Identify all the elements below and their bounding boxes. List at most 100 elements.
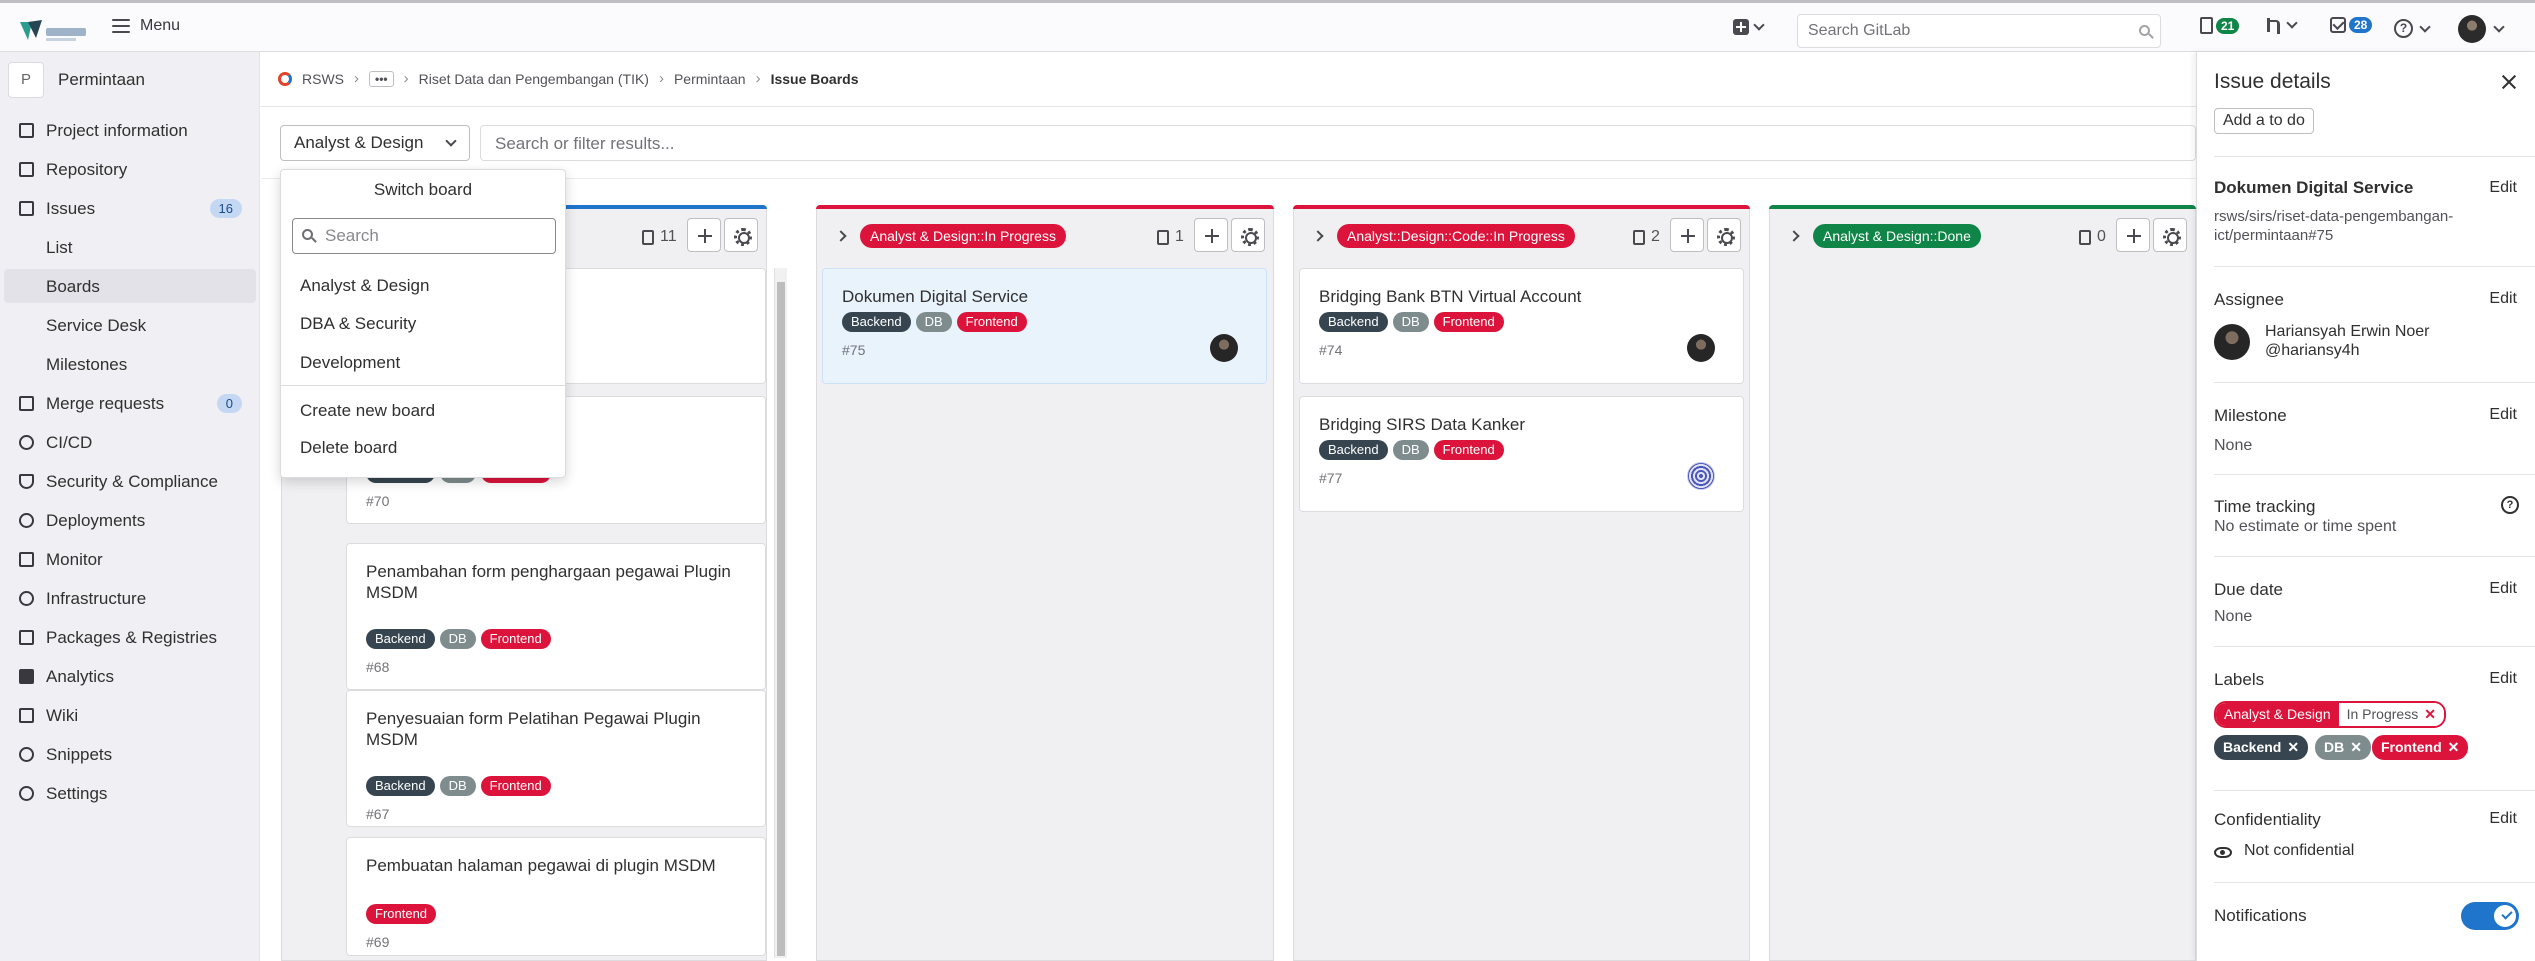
label-backend[interactable]: Backend (1319, 440, 1388, 460)
sidebar-item-wiki[interactable]: Wiki (0, 698, 256, 732)
help-menu[interactable]: ? (2394, 19, 2431, 38)
label-frontend[interactable]: Frontend (1433, 440, 1504, 460)
new-issue-button[interactable] (687, 218, 721, 252)
list-label[interactable]: Analyst::Design::Code::In Progress (1337, 224, 1575, 248)
edit-labels-button[interactable]: Edit (2489, 670, 2517, 688)
sidebar-item-ci-cd[interactable]: CI/CD (0, 425, 256, 459)
help-icon[interactable]: ? (2501, 496, 2519, 514)
sidebar-item-analytics[interactable]: Analytics (0, 659, 256, 693)
sidebar-item-snippets[interactable]: Snippets (0, 737, 256, 771)
assignee-avatar[interactable] (1687, 462, 1715, 490)
sidebar-item-milestones[interactable]: Milestones (0, 347, 256, 381)
issue-card[interactable]: Penambahan form penghargaan pegawai Plug… (346, 543, 766, 690)
new-issue-button[interactable] (1670, 218, 1704, 252)
close-icon[interactable] (2501, 74, 2517, 90)
create-new-board-button[interactable]: Create new board (300, 401, 435, 421)
label-backend[interactable]: Backend (842, 312, 911, 332)
sidebar-item-merge-requests[interactable]: Merge requests 0 (0, 386, 256, 420)
issue-card-title[interactable]: Pembuatan halaman pegawai di plugin MSDM (366, 855, 749, 876)
board-switcher-dropdown[interactable]: Analyst & Design (280, 125, 470, 161)
issue-card[interactable]: Pembuatan halaman pegawai di plugin MSDM… (346, 837, 766, 956)
search-input[interactable]: Search GitLab (1797, 14, 2161, 48)
user-menu[interactable] (2458, 15, 2505, 43)
sidebar-item-service-desk[interactable]: Service Desk (0, 308, 256, 342)
list-settings-button[interactable] (724, 218, 758, 252)
sidebar-item-monitor[interactable]: Monitor (0, 542, 256, 576)
label-backend[interactable]: Backend (366, 629, 435, 649)
label-backend[interactable]: Backend (366, 776, 435, 796)
issue-card-title[interactable]: Bridging Bank BTN Virtual Account (1319, 286, 1727, 307)
label-db[interactable]: DB (439, 776, 476, 796)
label-frontend[interactable]: Frontend (480, 776, 551, 796)
assignee-name[interactable]: Hariansyah Erwin Noer @hariansy4h (2265, 322, 2430, 360)
issues-shortcut[interactable]: 21 (2200, 17, 2240, 34)
issue-card[interactable]: Bridging SIRS Data Kanker Backend DB Fronte… (1299, 396, 1744, 512)
issue-card-title[interactable]: Penyesuaian form Pelatihan Pegawai Plugi… (366, 708, 749, 750)
add-todo-button[interactable]: Add a to do (2214, 108, 2314, 134)
create-new-button[interactable] (1733, 19, 1765, 35)
sidebar-item-infrastructure[interactable]: Infrastructure (0, 581, 256, 615)
remove-label-icon[interactable]: ✕ (2350, 739, 2362, 756)
chevron-right-icon[interactable] (1788, 230, 1800, 242)
breadcrumb-root[interactable]: RSWS (302, 71, 344, 87)
new-issue-button[interactable] (2116, 218, 2150, 252)
edit-confidentiality-button[interactable]: Edit (2489, 810, 2517, 828)
board-option-development[interactable]: Development (300, 353, 400, 373)
assignee-avatar[interactable] (1210, 334, 1238, 362)
label-db[interactable]: DB (1392, 440, 1429, 460)
sidebar-item-issues[interactable]: Issues 16 (0, 191, 256, 225)
issue-card-title[interactable]: Penambahan form penghargaan pegawai Plug… (366, 561, 749, 603)
breadcrumb-project[interactable]: Permintaan (674, 71, 746, 87)
chevron-right-icon[interactable] (835, 230, 847, 242)
sidebar-item-boards[interactable]: Boards (4, 269, 256, 303)
list-label[interactable]: Analyst & Design::Done (1813, 224, 1981, 248)
list-scrollbar[interactable] (774, 268, 787, 958)
label-backend[interactable]: Backend (1319, 312, 1388, 332)
todos-shortcut[interactable]: 28 (2330, 17, 2373, 33)
label-db[interactable]: DB (439, 629, 476, 649)
list-settings-button[interactable] (1231, 218, 1265, 252)
sidebar-item-packages-registries[interactable]: Packages & Registries (0, 620, 256, 654)
filter-search-input[interactable]: Search or filter results... (480, 125, 2196, 161)
sidebar-item-settings[interactable]: Settings (0, 776, 256, 810)
new-issue-button[interactable] (1194, 218, 1228, 252)
sidebar-item-security-compliance[interactable]: Security & Compliance (0, 464, 256, 498)
delete-board-button[interactable]: Delete board (300, 438, 397, 458)
remove-label-icon[interactable]: ✕ (2424, 706, 2436, 723)
sidebar-item-repository[interactable]: Repository (0, 152, 256, 186)
issue-card[interactable]: Penyesuaian form Pelatihan Pegawai Plugi… (346, 690, 766, 827)
remove-label-icon[interactable]: ✕ (2287, 739, 2299, 756)
assignee-avatar[interactable] (1687, 334, 1715, 362)
menu-button[interactable]: Menu (112, 17, 180, 35)
notifications-toggle[interactable] (2461, 902, 2519, 930)
issue-card-title[interactable]: Dokumen Digital Service (842, 286, 1250, 307)
board-option-dba-security[interactable]: DBA & Security (300, 314, 416, 334)
issue-card[interactable]: Dokumen Digital Service Backend DB Frontend… (822, 268, 1267, 384)
remove-label-icon[interactable]: ✕ (2448, 739, 2460, 756)
label-frontend[interactable]: Frontend (956, 312, 1027, 332)
list-settings-button[interactable] (1707, 218, 1741, 252)
label-db[interactable]: DB (1392, 312, 1429, 332)
label-db[interactable]: DB (915, 312, 952, 332)
board-option-analyst-design[interactable]: Analyst & Design (300, 276, 429, 296)
chevron-right-icon[interactable] (1312, 230, 1324, 242)
sidebar-item-deployments[interactable]: Deployments (0, 503, 256, 537)
board-search-input[interactable]: Search (292, 218, 556, 254)
merge-requests-shortcut[interactable] (2265, 17, 2298, 34)
issue-card-title[interactable]: Bridging SIRS Data Kanker (1319, 414, 1727, 435)
sidebar-item-project-information[interactable]: Project information (0, 113, 256, 147)
list-settings-button[interactable] (2153, 218, 2187, 252)
edit-assignee-button[interactable]: Edit (2489, 290, 2517, 308)
edit-title-button[interactable]: Edit (2489, 179, 2517, 197)
breadcrumb-more-button[interactable]: ••• (369, 70, 394, 87)
list-label[interactable]: Analyst & Design::In Progress (860, 224, 1066, 248)
edit-milestone-button[interactable]: Edit (2489, 406, 2517, 424)
project-header[interactable]: P Permintaan (8, 62, 145, 98)
issue-reference[interactable]: rsws/sirs/riset-data-pengembangan-ict/pe… (2214, 207, 2504, 245)
sidebar-item-list[interactable]: List (0, 230, 256, 264)
issue-card[interactable]: Bridging Bank BTN Virtual Account Backend… (1299, 268, 1744, 384)
label-frontend[interactable]: Frontend (480, 629, 551, 649)
breadcrumb-current[interactable]: Issue Boards (771, 71, 859, 87)
scrollbar-thumb[interactable] (777, 282, 785, 956)
breadcrumb-group[interactable]: Riset Data dan Pengembangan (TIK) (419, 71, 649, 87)
